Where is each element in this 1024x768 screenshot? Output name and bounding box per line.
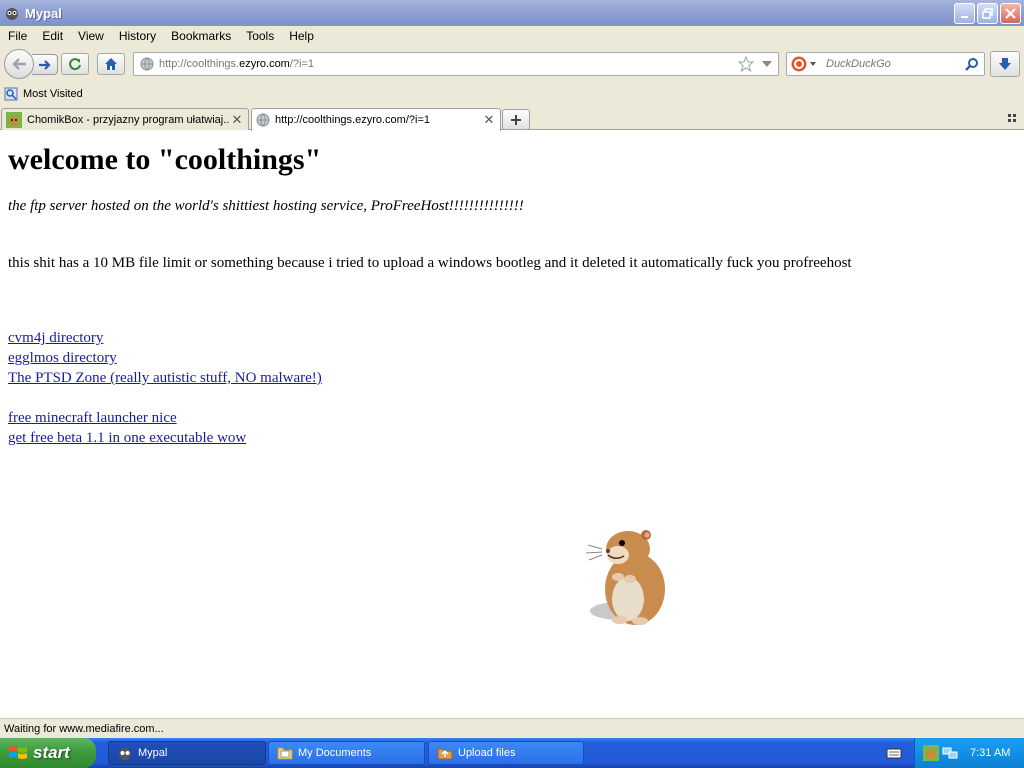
- clock[interactable]: 7:31 AM: [970, 747, 1010, 759]
- taskbar-item-label: Upload files: [458, 747, 516, 759]
- close-window-button[interactable]: [1000, 3, 1021, 24]
- minimize-icon: [960, 15, 968, 18]
- page-content: welcome to "coolthings" the ftp server h…: [0, 131, 1024, 718]
- menu-help[interactable]: Help: [284, 29, 319, 43]
- search-engine-selector[interactable]: [791, 56, 816, 72]
- network-icon[interactable]: [942, 745, 958, 761]
- page-paragraph: this shit has a 10 MB file limit or some…: [8, 255, 852, 271]
- menu-edit[interactable]: Edit: [37, 29, 68, 43]
- bookmark-most-visited[interactable]: Most Visited: [23, 88, 83, 100]
- tab-close-button[interactable]: ✕: [481, 112, 497, 128]
- download-arrow-icon: [999, 58, 1011, 70]
- restore-button[interactable]: [977, 3, 998, 24]
- chomikbox-favicon-icon: [6, 111, 22, 128]
- url-prefix: http://coolthings.: [159, 58, 240, 70]
- search-input[interactable]: [826, 58, 956, 70]
- mypal-app-icon: [6, 8, 18, 20]
- forward-arrow-icon: [38, 59, 51, 70]
- forward-button[interactable]: [32, 54, 58, 75]
- back-button[interactable]: [4, 49, 34, 79]
- url-bar[interactable]: http://coolthings.ezyro.com/?i=1: [133, 52, 779, 76]
- most-visited-icon: [4, 87, 18, 101]
- home-button[interactable]: [97, 53, 125, 75]
- upload-files-icon: [437, 748, 453, 760]
- window-titlebar: Mypal: [0, 0, 1024, 26]
- navigation-toolbar: http://coolthings.ezyro.com/?i=1: [0, 46, 1024, 82]
- link-ptsd-zone[interactable]: The PTSD Zone (really autistic stuff, NO…: [8, 370, 322, 387]
- plus-icon: [511, 114, 521, 125]
- duckduckgo-icon: [791, 56, 807, 72]
- taskbar-item-mypal[interactable]: Mypal: [108, 741, 266, 765]
- menu-history[interactable]: History: [114, 29, 161, 43]
- menu-bookmarks[interactable]: Bookmarks: [166, 29, 236, 43]
- link-beta-executable[interactable]: get free beta 1.1 in one executable wow: [8, 430, 246, 447]
- menu-bar: File Edit View History Bookmarks Tools H…: [0, 26, 1024, 46]
- menu-file[interactable]: File: [3, 29, 32, 43]
- tab-chomikbox[interactable]: ChomikBox - przyjazny program ułatwiaj..…: [1, 108, 249, 130]
- taskbar-item-label: Mypal: [138, 747, 168, 759]
- url-text: http://coolthings.ezyro.com/?i=1: [159, 58, 314, 70]
- hamster-image: [585, 530, 665, 625]
- search-bar[interactable]: [786, 52, 985, 76]
- link-cvm4j-directory[interactable]: cvm4j directory: [8, 330, 103, 347]
- menu-tools[interactable]: Tools: [241, 29, 279, 43]
- taskbar: start Mypal My Documents Upload files 7:…: [0, 738, 1024, 768]
- new-tab-button[interactable]: [502, 109, 530, 130]
- url-suffix: /?i=1: [289, 58, 315, 70]
- start-label: start: [33, 743, 70, 762]
- folder-icon: [277, 747, 293, 760]
- taskbar-item-my-documents[interactable]: My Documents: [268, 741, 425, 765]
- tab-close-button[interactable]: ✕: [229, 112, 245, 128]
- tab-coolthings[interactable]: http://coolthings.ezyro.com/?i=1 ✕: [251, 108, 501, 131]
- downloads-button[interactable]: [990, 51, 1020, 77]
- tab-label: ChomikBox - przyjazny program ułatwiaj..…: [27, 113, 229, 126]
- status-bar: Waiting for www.mediafire.com...: [0, 718, 1024, 738]
- globe-favicon-icon: [256, 113, 270, 127]
- mypal-app-icon: [119, 748, 131, 760]
- tab-list-icon[interactable]: [1008, 114, 1018, 122]
- taskbar-item-label: My Documents: [298, 747, 372, 759]
- back-arrow-icon: [12, 58, 26, 70]
- menu-view[interactable]: View: [73, 29, 109, 43]
- globe-icon: [140, 57, 154, 71]
- bookmark-star-icon[interactable]: [738, 56, 754, 72]
- status-text: Waiting for www.mediafire.com...: [4, 722, 164, 735]
- url-dropdown-icon[interactable]: [762, 61, 772, 67]
- chevron-down-icon: [810, 62, 816, 66]
- page-subtitle: the ftp server hosted on the world's shi…: [8, 198, 524, 214]
- keyboard-icon[interactable]: [886, 746, 902, 760]
- reload-button[interactable]: [61, 53, 89, 75]
- link-egglmos-directory[interactable]: egglmos directory: [8, 350, 117, 367]
- minimize-button[interactable]: [954, 3, 975, 24]
- window-title: Mypal: [25, 5, 62, 21]
- tab-strip: ChomikBox - przyjazny program ułatwiaj..…: [0, 106, 1024, 131]
- page-heading: welcome to "coolthings": [8, 143, 322, 176]
- bookmarks-toolbar: Most Visited: [0, 82, 1024, 106]
- system-tray: 7:31 AM: [914, 738, 1024, 768]
- start-button[interactable]: start: [0, 738, 96, 768]
- tray-app-icon[interactable]: [923, 745, 939, 761]
- close-icon: [1005, 8, 1016, 19]
- reload-icon: [69, 58, 81, 71]
- search-icon[interactable]: [965, 57, 979, 71]
- url-domain: ezyro.com: [239, 58, 290, 70]
- home-icon: [105, 58, 117, 70]
- windows-logo-icon: [9, 746, 27, 759]
- tab-label: http://coolthings.ezyro.com/?i=1: [275, 114, 430, 126]
- taskbar-item-upload-files[interactable]: Upload files: [428, 741, 584, 765]
- link-minecraft-launcher[interactable]: free minecraft launcher nice: [8, 410, 177, 427]
- restore-icon: [982, 8, 993, 19]
